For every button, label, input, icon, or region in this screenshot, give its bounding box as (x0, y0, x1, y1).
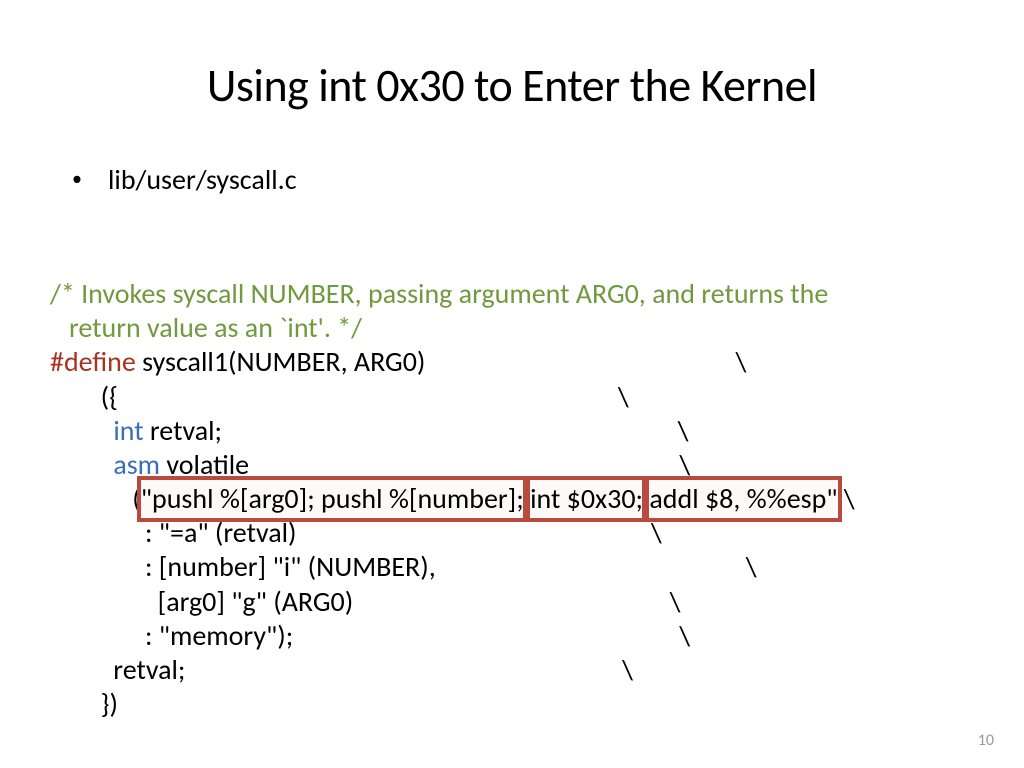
define-rest: syscall1(NUMBER, ARG0) \ (136, 344, 747, 379)
page-number: 10 (978, 731, 994, 750)
slide-title: Using int 0x30 to Enter the Kernel (50, 58, 974, 114)
highlight-box-2: int $0x30; (524, 482, 643, 516)
asm-indent: ( (50, 481, 141, 516)
brace-open-line: ({ \ (50, 379, 629, 414)
define-keyword: #define (50, 344, 136, 379)
comment-line-1: /* Invokes syscall NUMBER, passing argum… (50, 276, 828, 311)
code-block: /* Invokes syscall NUMBER, passing argum… (50, 243, 974, 755)
highlight-box-3: addl $8, %%esp" (643, 482, 837, 516)
bullet-dot-icon: • (72, 162, 82, 196)
define-line: #define syscall1(NUMBER, ARG0) \ (50, 344, 746, 379)
comment-line-2: return value as an `int'. */ (50, 310, 362, 345)
asm-instruction-line: ("pushl %[arg0]; pushl %[number]; int $0… (50, 482, 855, 516)
input-constraint-line-2: [arg0] "g" (ARG0) \ (50, 584, 681, 619)
input-constraint-line-1: : [number] "i" (NUMBER), \ (50, 549, 757, 584)
asm-seg-2: int $0x30; (524, 481, 643, 516)
clobber-line: : "memory"); \ (50, 618, 690, 653)
bullet-item: • lib/user/syscall.c (50, 162, 974, 197)
asm-seg-1: "pushl %[arg0]; pushl %[number]; (141, 481, 524, 516)
highlight-box-1: "pushl %[arg0]; pushl %[number]; (141, 482, 524, 516)
asm-seg-3: addl $8, %%esp" (643, 481, 837, 516)
bullet-text: lib/user/syscall.c (108, 162, 297, 197)
int-keyword: int (113, 413, 143, 448)
retval-line: retval; \ (50, 652, 633, 687)
slide: Using int 0x30 to Enter the Kernel • lib… (0, 0, 1024, 768)
int-rest: retval; \ (144, 413, 689, 448)
int-line: int retval; \ (50, 413, 689, 448)
brace-close-line: }) (50, 686, 118, 721)
